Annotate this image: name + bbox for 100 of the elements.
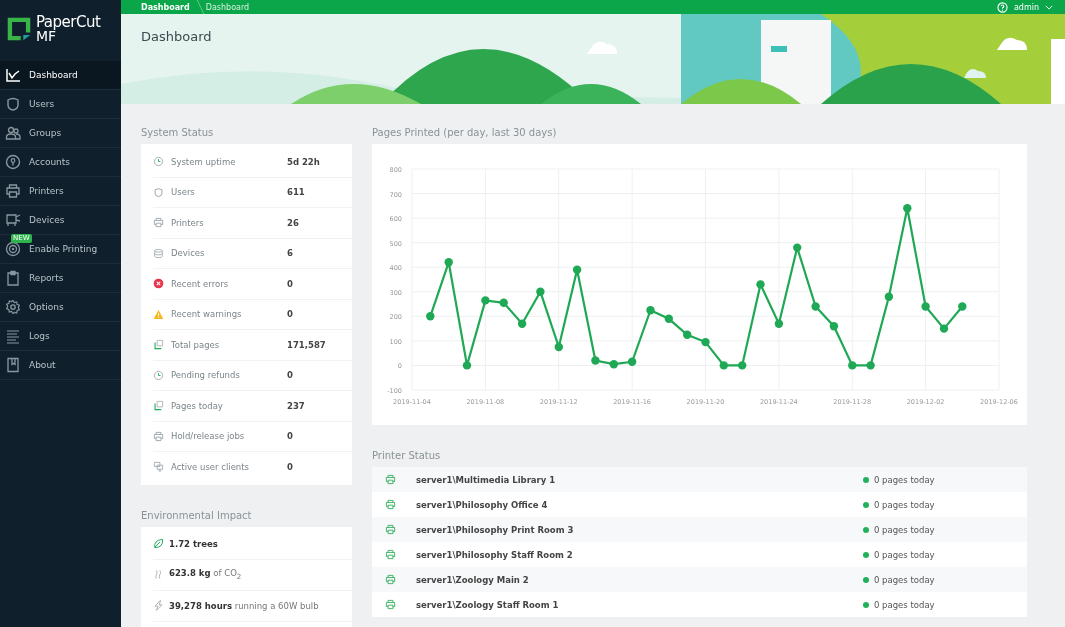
status-value: 0 [287,278,293,289]
printer-name: server1\Philosophy Print Room 3 [416,524,575,535]
sidebar-item[interactable]: Accounts [0,148,121,177]
status-label: Recent warnings [171,309,243,320]
status-text: 0 pages today [874,574,935,585]
printer-name: server1\Zoology Staff Room 1 [416,599,560,610]
printer-icon [385,549,396,560]
data-point [811,302,820,311]
data-point [591,356,600,365]
printer-name: server1\Philosophy Staff Room 2 [416,549,574,560]
status-value: 5d 22h [287,156,320,167]
data-point [481,296,490,305]
status-text: 0 pages today [874,549,935,560]
data-point [683,330,692,339]
help-icon[interactable] [996,1,1008,13]
sidebar-item[interactable]: Printers [0,177,121,206]
status-text: 0 pages today [874,599,935,610]
warning-icon [153,308,164,320]
data-point [921,302,930,311]
data-point [884,292,894,301]
section-title: System Status [141,127,215,138]
clock-icon [153,369,164,381]
printer-icon [385,474,396,485]
impact-text: 623.8 kg of CO$_{2}$ [169,568,242,581]
printer-name: server1\Philosophy Office 4 [416,499,549,510]
chevron-down-icon[interactable] [1045,4,1053,10]
logo-name: PaperCut [36,14,101,29]
data-point [903,204,912,213]
printer-row[interactable]: server1\Multimedia Library 1 0 pages today [372,467,1027,492]
logo-edition: MF [36,28,57,43]
printer-row[interactable]: server1\Philosophy Staff Room 2 0 pages today [372,542,1027,567]
data-point [756,280,765,289]
database-icon [153,247,164,259]
chart-title: Pages Printed (per day, last 30 days) [372,127,558,138]
sidebar-item[interactable]: Logs [0,322,121,351]
status-label: Recent errors [171,278,230,289]
data-point [701,337,710,347]
data-point [848,361,857,370]
status-label: Users [171,187,196,198]
error-icon [153,278,164,290]
printer-row[interactable]: server1\Philosophy Office 4 0 pages today [372,492,1027,517]
data-point [664,314,673,323]
printer-icon [385,524,396,535]
printer-icon [5,183,21,199]
status-text: 0 pages today [874,474,935,485]
sidebar-item[interactable]: About [0,351,121,380]
monitors-icon [153,461,164,473]
data-point [499,298,508,307]
sidebar-item[interactable]: Devices [0,206,121,235]
printer-name: server1\Multimedia Library 1 [416,474,557,485]
clock-icon [153,156,164,168]
status-label: Devices [171,248,206,259]
status-value: 0 [287,461,293,472]
data-point [554,342,563,352]
book-icon [5,357,21,373]
printer-row[interactable]: server1\Philosophy Print Room 3 0 pages today [372,517,1027,542]
section-title: Environmental Impact [141,509,253,521]
keyhole-icon [5,154,21,170]
impact-text: 1.72 trees [169,538,218,549]
shield-icon [5,96,21,112]
sidebar-item[interactable]: Dashboard [0,61,121,90]
printer-name: server1\Zoology Main 2 [416,574,530,585]
printer-row[interactable]: server1\Zoology Staff Room 1 0 pages today [372,592,1027,617]
status-value: 237 [287,400,305,411]
sidebar-item[interactable]: Users [0,90,121,119]
data-point [444,258,453,267]
data-point [462,361,472,370]
data-point [958,302,967,311]
printer-icon [385,574,396,585]
chart-icon [5,67,21,83]
shield-icon [153,186,164,198]
status-value: 6 [287,248,293,259]
data-point [829,322,839,331]
sidebar-item[interactable]: Options [0,293,121,322]
status-text: 0 pages today [874,524,935,535]
printer-row[interactable]: server1\Zoology Main 2 0 pages today [372,567,1027,592]
people-icon [5,125,21,141]
data-point [793,243,802,252]
section-title: Printer Status [372,450,442,461]
data-point [646,306,655,315]
status-value: 0 [287,370,293,381]
data-point [866,361,875,370]
device-icon [5,212,21,228]
status-value: 26 [287,217,299,228]
status-text: 0 pages today [874,499,935,510]
settings-icon [5,299,21,315]
data-point [774,319,784,328]
status-label: System uptime [171,156,237,167]
data-point [517,319,527,328]
impact-text: 39,278 hours running a 60W bulb [169,600,319,611]
pages-icon [153,339,164,351]
status-label: Pending refunds [171,370,241,381]
sidebar-item[interactable]: Reports [0,264,121,293]
data-point [719,361,728,370]
status-label: Printers [171,217,205,228]
status-value: 611 [287,187,305,198]
pages-icon [153,400,164,412]
data-point [609,360,618,369]
smoke-icon [153,569,164,580]
sidebar-item[interactable]: Groups [0,119,121,148]
